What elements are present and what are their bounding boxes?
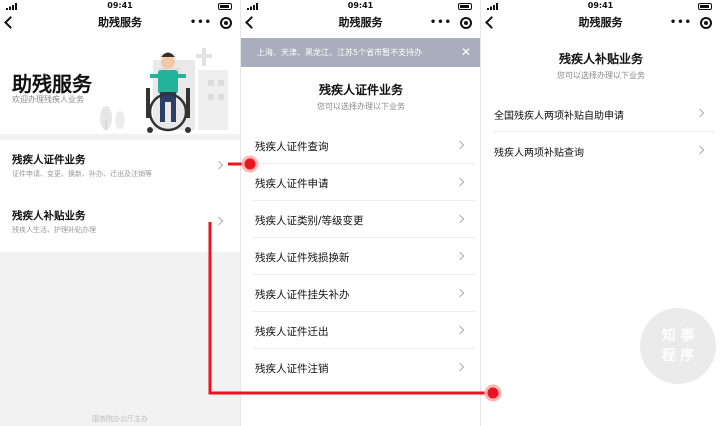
more-icon[interactable]: ••• xyxy=(430,18,452,28)
list-item[interactable]: 残疾人证件残损换新 xyxy=(253,238,475,275)
close-miniprogram-icon[interactable] xyxy=(460,17,472,29)
close-miniprogram-icon[interactable] xyxy=(220,17,232,29)
nav-title: 助残服务 xyxy=(338,16,383,29)
footer-text: 国务院办公厅主办 xyxy=(92,415,148,423)
notice-text: 上海、天津、黑龙江、江苏5个省市暂不支持办 xyxy=(257,48,423,57)
chevron-right-icon xyxy=(214,160,224,170)
status-time: 09:41 xyxy=(107,1,133,10)
nav-title: 助残服务 xyxy=(98,16,142,29)
battery-icon xyxy=(458,3,472,10)
list-item-label: 全国残疾人两项补贴自助申请 xyxy=(494,111,624,122)
back-icon[interactable] xyxy=(485,16,498,29)
chevron-right-icon xyxy=(455,325,465,335)
close-miniprogram-icon[interactable] xyxy=(700,17,712,29)
battery-icon xyxy=(698,3,712,10)
list-item[interactable]: 残疾人两项补贴查询 xyxy=(493,132,715,169)
list-item-label: 残疾人证件残损换新 xyxy=(255,252,350,264)
home-screen: 09:41 助残服务 ••• 助残服务 欢迎办理残疾人业务 残疾人证件业务 证件… xyxy=(0,0,240,426)
card-certificate-business[interactable]: 残疾人证件业务 证件申请、变更、换新、补办、迁出及注销等 xyxy=(0,140,240,196)
list-item[interactable]: 全国残疾人两项补贴自助申请 xyxy=(493,95,715,132)
list-item[interactable]: 残疾人证件注销 xyxy=(253,349,475,386)
card-subtitle: 证件申请、变更、换新、补办、迁出及注销等 xyxy=(12,170,152,178)
list-item-label: 残疾人证件申请 xyxy=(255,178,329,190)
status-time: 09:41 xyxy=(587,1,614,10)
section-title: 残疾人补贴业务 xyxy=(558,52,643,66)
chevron-right-icon xyxy=(455,177,465,187)
battery-icon xyxy=(218,3,232,10)
nav-bar: 助残服务 ••• xyxy=(0,12,240,34)
nav-bar: 助残服务 ••• xyxy=(241,12,480,34)
card-subsidy-business[interactable]: 残疾人补贴业务 残疾人生活、护理补贴办理 xyxy=(0,196,240,252)
list-item[interactable]: 残疾人证件申请 xyxy=(253,164,475,201)
chevron-right-icon xyxy=(455,251,465,261)
list-item[interactable]: 残疾人证件挂失补办 xyxy=(253,275,475,312)
list-item-label: 残疾人两项补贴查询 xyxy=(494,148,584,159)
list-item[interactable]: 残疾人证类别/等级变更 xyxy=(253,201,475,238)
section-title: 残疾人证件业务 xyxy=(318,83,403,97)
list-item-label: 残疾人证件注销 xyxy=(255,363,329,375)
list-item-label: 残疾人证件迁出 xyxy=(255,326,329,338)
back-icon[interactable] xyxy=(4,16,17,29)
page-subtitle: 欢迎办理残疾人业务 xyxy=(12,95,84,104)
list-item-label: 残疾人证类别/等级变更 xyxy=(255,215,364,227)
section-subtitle: 您可以选择办理以下业务 xyxy=(317,102,405,111)
card-subtitle: 残疾人生活、护理补贴办理 xyxy=(12,226,96,234)
chevron-right-icon xyxy=(455,214,465,224)
card-title: 残疾人补贴业务 xyxy=(12,210,86,222)
page-title: 助残服务 xyxy=(12,72,92,96)
signal-icon xyxy=(487,3,498,10)
card-title: 残疾人证件业务 xyxy=(12,154,86,166)
more-icon[interactable]: ••• xyxy=(190,18,212,28)
chevron-right-icon xyxy=(695,108,705,118)
more-icon[interactable]: ••• xyxy=(670,18,692,28)
signal-icon xyxy=(247,3,258,10)
chevron-right-icon xyxy=(455,362,465,372)
chevron-right-icon xyxy=(455,140,465,150)
nav-bar: 助残服务 ••• xyxy=(481,12,720,34)
list-item-label: 残疾人证件查询 xyxy=(255,141,329,153)
list-item[interactable]: 残疾人证件迁出 xyxy=(253,312,475,349)
close-icon[interactable]: ✕ xyxy=(461,38,471,67)
status-bar: 09:41 xyxy=(481,0,720,12)
back-icon[interactable] xyxy=(245,16,258,29)
watermark-logo: 知 事程 序 xyxy=(640,308,716,384)
chevron-right-icon xyxy=(214,216,224,226)
nav-title: 助残服务 xyxy=(578,16,623,29)
certificate-business-screen: 09:41 助残服务 ••• 上海、天津、黑龙江、江苏5个省市暂不支持办 ✕ 残… xyxy=(240,0,480,426)
wheelchair-illustration-icon xyxy=(100,48,228,133)
list-item-label: 残疾人证件挂失补办 xyxy=(255,289,350,301)
chevron-right-icon xyxy=(455,288,465,298)
status-bar: 09:41 xyxy=(241,0,480,12)
list-item[interactable]: 残疾人证件查询 xyxy=(253,127,475,164)
section-subtitle: 您可以选择办理以下业务 xyxy=(557,71,645,80)
signal-icon xyxy=(6,3,17,10)
notice-banner: 上海、天津、黑龙江、江苏5个省市暂不支持办 ✕ xyxy=(241,38,480,67)
status-time: 09:41 xyxy=(347,1,374,10)
status-bar: 09:41 xyxy=(0,0,240,12)
chevron-right-icon xyxy=(695,145,705,155)
